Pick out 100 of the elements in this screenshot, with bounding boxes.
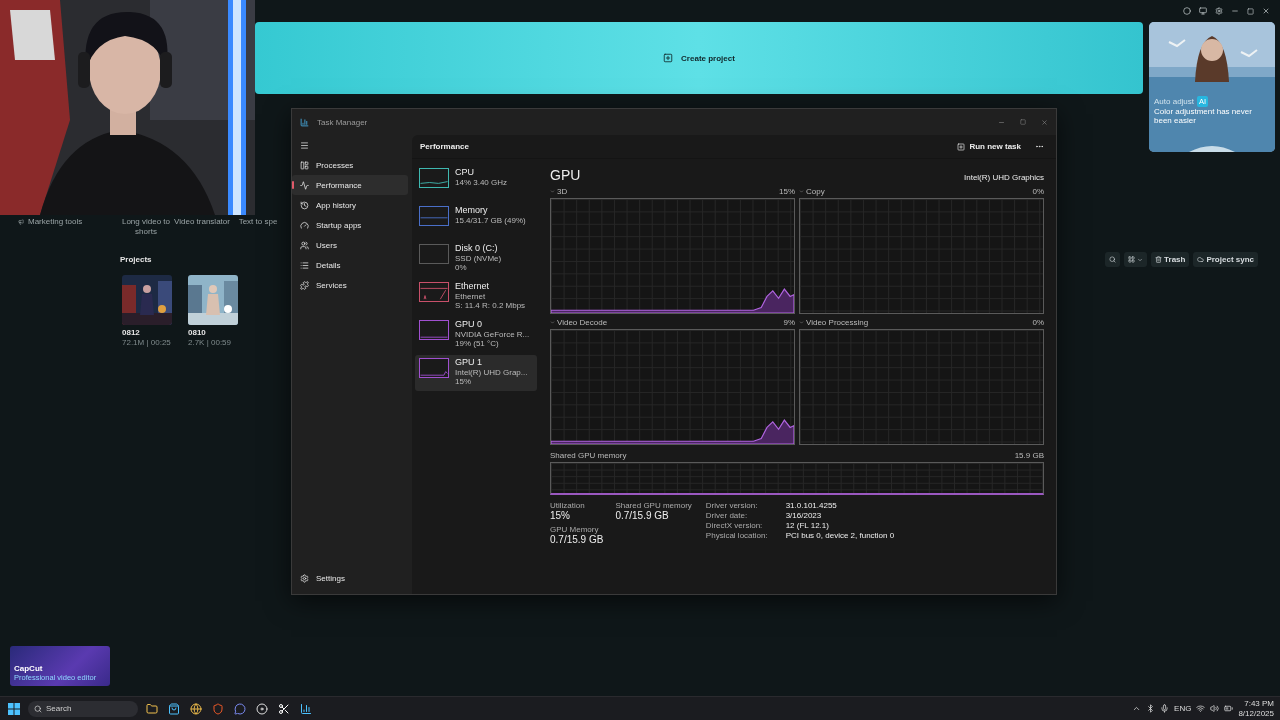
resource-detail: 15.4/31.7 GB (49%) [455, 215, 526, 226]
resource-detail: Ethernet [455, 291, 487, 302]
caret-icon [1137, 256, 1144, 263]
record-icon[interactable] [1183, 7, 1191, 15]
tool-label[interactable]: Long video to shorts [118, 217, 174, 237]
promo-text: Color adjustment has never been easier [1154, 106, 1253, 126]
search-icon [1109, 256, 1117, 264]
search-button[interactable] [1105, 252, 1121, 268]
clock-time[interactable]: 7:43 PM [1244, 699, 1274, 709]
stat-value: 15% [550, 510, 571, 521]
bag-icon[interactable] [166, 700, 182, 717]
trash-button[interactable]: Trash [1151, 252, 1190, 268]
resource-name: CPU [455, 168, 475, 178]
nav-item[interactable]: Processes [292, 155, 408, 175]
trash-icon [1155, 256, 1163, 264]
tool-label[interactable]: Text to spe [230, 217, 286, 227]
engine-name[interactable]: Video Processing [806, 318, 869, 327]
project-sync-button[interactable]: Project sync [1193, 252, 1258, 268]
run-new-task-button[interactable]: Run new task [953, 140, 1025, 153]
resource-item[interactable]: Memory 15.4/31.7 GB (49%) [415, 203, 537, 239]
detail-value: 31.0.101.4255 [785, 501, 838, 510]
tool-label[interactable]: Marketing tools [28, 217, 83, 227]
processes-icon [300, 160, 309, 170]
clock-date[interactable]: 8/12/2025 [1238, 708, 1274, 718]
project-meta: 72.1M | 00:25 [122, 338, 172, 348]
chat-icon[interactable] [232, 700, 248, 717]
detail-label: Driver version: [705, 501, 759, 510]
globe-icon[interactable] [188, 700, 204, 717]
battery-icon[interactable] [1224, 704, 1234, 713]
users-icon [300, 240, 309, 250]
stat-label: Shared GPU memory [615, 501, 692, 510]
language-indicator[interactable]: ENG [1174, 704, 1192, 713]
detail-value: 12 (FL 12.1) [785, 521, 830, 530]
volume-icon[interactable] [1210, 704, 1220, 713]
megaphone-icon [18, 218, 24, 225]
resource-detail: SSD (NVMe) [455, 253, 502, 264]
resource-detail: Intel(R) UHD Grap... [455, 367, 528, 378]
engine-value: 0% [1032, 187, 1044, 196]
resource-item[interactable]: GPU 1 Intel(R) UHD Grap... 15% [415, 355, 537, 391]
minimize-icon[interactable] [1231, 7, 1239, 15]
layout-menu-button[interactable] [1124, 252, 1148, 268]
plus-icon [957, 142, 966, 151]
engine-name[interactable]: 3D [557, 187, 568, 196]
chart-icon [300, 117, 309, 127]
disc-icon[interactable] [254, 700, 270, 717]
nav-item[interactable]: Performance [292, 175, 408, 195]
microphone-icon[interactable] [1160, 704, 1170, 713]
project-name[interactable]: 0810 [188, 328, 238, 338]
plus-icon [663, 53, 674, 63]
engine-value: 0% [1032, 318, 1044, 327]
graph-max: 15.9 GB [1014, 451, 1044, 460]
detail-value: PCI bus 0, device 2, function 0 [785, 531, 895, 540]
stat-value: 0.7/15.9 GB [615, 510, 670, 521]
settings-icon[interactable] [1215, 7, 1223, 15]
cloud-icon [1197, 256, 1205, 264]
stat-label: GPU Memory [550, 525, 600, 534]
adapter-name: Intel(R) UHD Graphics [964, 173, 1044, 182]
tool-label[interactable]: Video translator [174, 217, 230, 227]
history-icon [300, 200, 309, 210]
windows-icon[interactable] [6, 700, 22, 717]
dots-icon [1035, 142, 1044, 151]
menu-icon[interactable] [300, 140, 309, 150]
wifi-icon[interactable] [1196, 704, 1206, 713]
resource-detail: S: 11.4 R: 0.2 Mbps [455, 301, 526, 312]
list-icon [300, 260, 309, 270]
nav-item[interactable]: Details [292, 255, 408, 275]
grid-icon [1128, 256, 1136, 264]
nav-item[interactable]: Startup apps [292, 215, 408, 235]
resource-detail: 19% (51 °C) [455, 339, 500, 350]
bluetooth-icon[interactable] [1146, 704, 1156, 713]
resource-detail: 15% [455, 377, 472, 388]
close-icon[interactable] [1041, 118, 1048, 126]
settings-nav-item[interactable]: Settings [292, 568, 408, 588]
monitor-icon[interactable] [1199, 7, 1207, 15]
resource-name: GPU 1 [455, 358, 483, 368]
project-name[interactable]: 0812 [122, 328, 172, 338]
engine-name[interactable]: Video Decode [557, 318, 608, 327]
resource-item[interactable]: CPU 14% 3.40 GHz [415, 165, 537, 201]
engine-value: 9% [783, 318, 795, 327]
nav-item[interactable]: Services [292, 275, 408, 295]
resource-detail: 14% 3.40 GHz [455, 177, 508, 188]
stat-label: Utilization [550, 501, 586, 510]
app-title: CapCut [14, 664, 44, 673]
resource-item[interactable]: GPU 0 NVIDIA GeForce R... 19% (51 °C) [415, 317, 537, 353]
panel-title: GPU [550, 167, 581, 183]
promo-title: Auto adjust [1154, 96, 1195, 106]
activity-icon [300, 180, 309, 190]
resource-item[interactable]: Disk 0 (C:) SSD (NVMe) 0% [415, 241, 537, 277]
resource-item[interactable]: Ethernet Ethernet S: 11.4 R: 0.2 Mbps [415, 279, 537, 315]
engine-name[interactable]: Copy [806, 187, 825, 196]
resource-detail: NVIDIA GeForce R... [455, 329, 530, 340]
nav-item[interactable]: Users [292, 235, 408, 255]
shield-icon[interactable] [210, 700, 226, 717]
stat-value: 0.7/15.9 GB [550, 534, 604, 545]
nav-item[interactable]: App history [292, 195, 408, 215]
detail-label: DirectX version: [705, 521, 764, 530]
search-field[interactable]: Search [28, 700, 138, 717]
chevron-icon[interactable] [1132, 704, 1142, 713]
create-project-button[interactable]: Create project [255, 22, 1143, 94]
detail-label: Driver date: [705, 511, 749, 520]
